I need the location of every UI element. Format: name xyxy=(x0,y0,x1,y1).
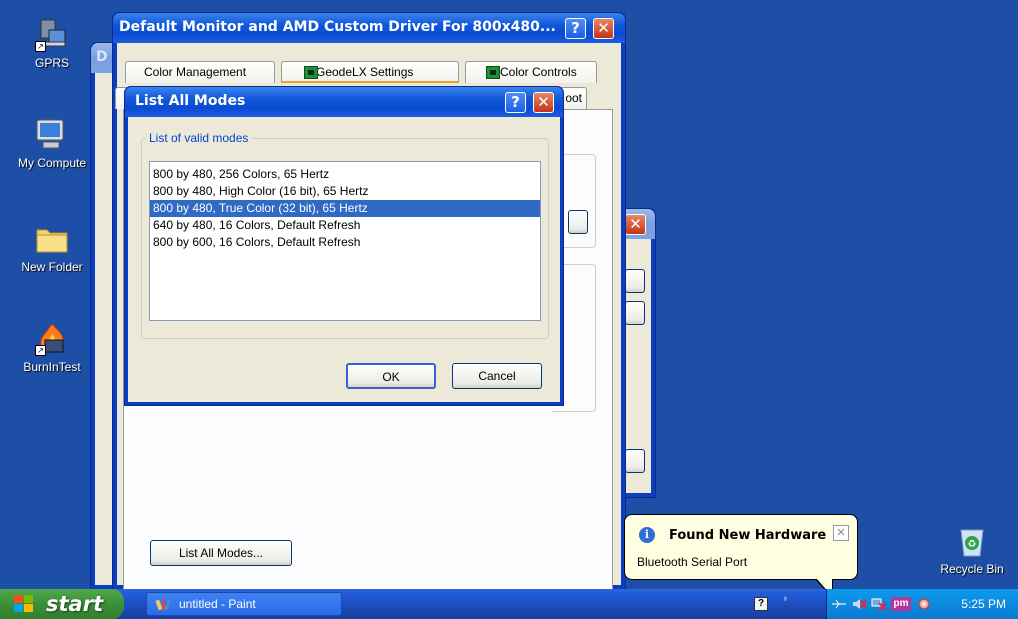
volume-muted-icon[interactable] xyxy=(851,597,867,611)
list-all-modes-dialog[interactable]: List All Modes ? ✕ List of valid modes 8… xyxy=(124,86,564,406)
balloon-close-button[interactable]: ✕ xyxy=(833,525,849,541)
windows-flag-icon xyxy=(14,595,34,613)
balloon-title: Found New Hardware xyxy=(669,528,827,543)
desktop-icon-burnintest[interactable]: ↗ BurnInTest xyxy=(2,322,102,374)
ime-icon[interactable]: ♁ xyxy=(782,593,794,613)
group-label: List of valid modes xyxy=(149,131,249,145)
desktop-icon-recycle-bin[interactable]: ♻ Recycle Bin xyxy=(922,524,1018,576)
list-item[interactable]: 800 by 480, 256 Colors, 65 Hertz xyxy=(150,166,540,183)
network-cable-icon[interactable] xyxy=(831,597,846,611)
info-icon: i xyxy=(639,527,655,543)
network-icon: ↗ xyxy=(35,18,69,52)
desktop-icon-my-computer[interactable]: My Compute xyxy=(2,118,102,170)
burnintest-icon: ↗ xyxy=(35,322,69,356)
cancel-button[interactable]: Cancel xyxy=(452,363,542,389)
desktop-icon-new-folder[interactable]: New Folder xyxy=(2,222,102,274)
list-all-modes-client: List of valid modes 800 by 480, 256 Colo… xyxy=(128,117,560,402)
start-button[interactable]: start xyxy=(0,589,124,619)
paint-icon xyxy=(155,597,171,613)
list-item[interactable]: 800 by 600, 16 Colors, Default Refresh xyxy=(150,234,540,251)
tab-label: Color Controls xyxy=(500,65,577,79)
background-window-2-button-3[interactable] xyxy=(625,449,645,473)
modes-listbox[interactable]: 800 by 480, 256 Colors, 65 Hertz 800 by … xyxy=(149,161,541,321)
svg-text:♻: ♻ xyxy=(968,539,977,550)
display-properties-titlebar[interactable]: Default Monitor and AMD Custom Driver Fo… xyxy=(113,13,625,43)
close-icon[interactable]: ✕ xyxy=(625,214,646,235)
geode-icon xyxy=(486,66,500,79)
pm-tray-icon[interactable]: pm xyxy=(891,597,911,611)
list-item[interactable]: 640 by 480, 16 Colors, Default Refresh xyxy=(150,217,540,234)
tab-color-management[interactable]: Color Management xyxy=(125,61,275,83)
window-title: Default Monitor and AMD Custom Driver Fo… xyxy=(119,19,556,35)
start-label: start xyxy=(46,592,104,616)
desktop-icon-label: GPRS xyxy=(34,56,69,70)
tab-label: oot xyxy=(565,91,582,105)
tab-geodelx-settings[interactable]: GeodeLX Settings xyxy=(281,61,459,83)
ok-button[interactable]: OK xyxy=(346,363,436,389)
list-item-selected[interactable]: 800 by 480, True Color (32 bit), 65 Hert… xyxy=(150,200,540,217)
folder-icon xyxy=(35,222,69,256)
help-icon[interactable]: ? xyxy=(505,92,526,113)
panel-side-button[interactable] xyxy=(568,210,588,234)
background-window-2-button-2[interactable] xyxy=(625,301,645,325)
tab-label: Color Management xyxy=(144,65,247,79)
taskbar-item-label: untitled - Paint xyxy=(179,597,256,611)
language-help-icon[interactable]: ? xyxy=(754,597,768,611)
geode-icon xyxy=(304,66,318,79)
close-icon[interactable]: ✕ xyxy=(593,18,614,39)
desktop-icon-label: Recycle Bin xyxy=(940,562,1004,576)
balloon-text: Bluetooth Serial Port xyxy=(637,555,748,569)
list-all-modes-titlebar[interactable]: List All Modes xyxy=(125,87,563,117)
background-window-2-button-1[interactable] xyxy=(625,269,645,293)
clock[interactable]: 5:25 PM xyxy=(961,589,1006,619)
shortcut-arrow-icon: ↗ xyxy=(35,41,46,52)
desktop-icon-label: My Compute xyxy=(17,156,87,170)
computer-icon xyxy=(35,118,69,152)
network-disconnected-icon[interactable] xyxy=(871,597,887,611)
desktop-icon-label: New Folder xyxy=(21,260,83,274)
settings-tray-icon[interactable] xyxy=(917,597,931,611)
list-all-modes-button[interactable]: List All Modes... xyxy=(150,540,292,566)
list-item[interactable]: 800 by 480, High Color (16 bit), 65 Hert… xyxy=(150,183,540,200)
tab-label: GeodeLX Settings xyxy=(316,65,414,79)
background-window-1-title: D xyxy=(96,49,108,65)
help-icon[interactable]: ? xyxy=(565,18,586,39)
found-new-hardware-balloon[interactable]: i Found New Hardware ✕ Bluetooth Serial … xyxy=(624,514,858,599)
desktop-icon-gprs[interactable]: ↗ GPRS xyxy=(2,18,102,70)
system-tray: pm 5:25 PM xyxy=(826,589,1018,619)
desktop-icon-label: BurnInTest xyxy=(23,360,81,374)
tab-color-controls[interactable]: Color Controls xyxy=(465,61,597,83)
recycle-bin-icon: ♻ xyxy=(955,524,989,558)
dialog-title: List All Modes xyxy=(135,93,246,109)
taskbar-item-paint[interactable]: untitled - Paint xyxy=(146,592,342,616)
close-icon: ✕ xyxy=(836,527,846,539)
close-icon[interactable]: ✕ xyxy=(533,92,554,113)
taskbar: start untitled - Paint ? ♁ pm 5:25 PM xyxy=(0,589,1018,619)
shortcut-arrow-icon: ↗ xyxy=(35,345,46,356)
